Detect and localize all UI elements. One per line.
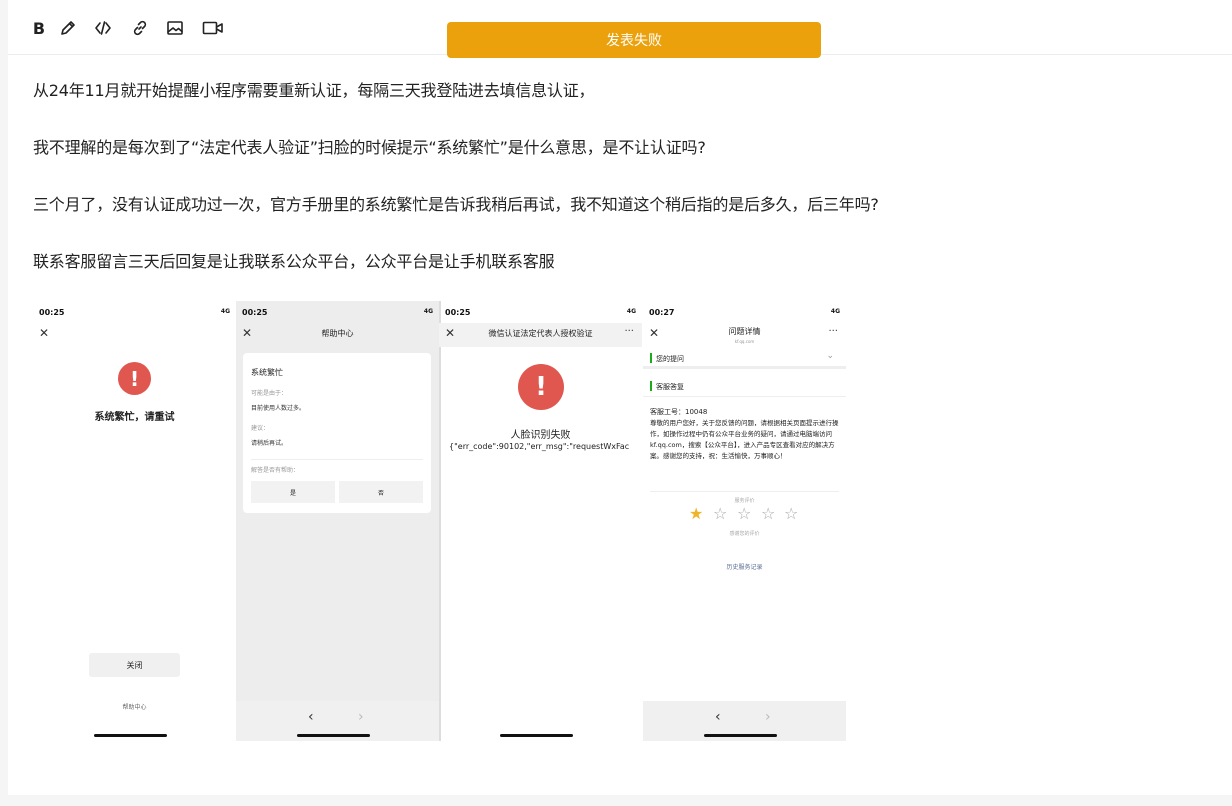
status-bar: 00:27 4G — [649, 308, 840, 318]
thanks-text: 感谢您的评价 — [729, 531, 760, 537]
close-icon: ✕ — [39, 326, 50, 340]
nav-bar: ✕ 微信认证法定代表人授权验证 ··· — [439, 323, 642, 347]
star-empty-icon: ☆ — [784, 504, 799, 523]
nav-title: 问题详情 — [728, 327, 761, 336]
code-icon[interactable] — [92, 17, 114, 39]
reply-label: 客服答复 — [656, 383, 684, 391]
close-button: 关闭 — [89, 653, 180, 677]
home-indicator — [297, 734, 370, 737]
star-filled-icon: ★ — [689, 504, 704, 523]
post-paragraph: 我不理解的是每次到了“法定代表人验证”扫脸的时候提示“系统繁忙”是什么意思，是不… — [33, 138, 706, 157]
reply-header: 客服答复 — [643, 377, 846, 397]
status-time: 00:27 — [649, 308, 675, 317]
reason-text: 目前使用人数过多。 — [251, 405, 306, 412]
nav-bar: ✕ 问题详情 kf.qq.com ··· — [643, 323, 846, 347]
back-arrow-icon: ‹ — [715, 709, 721, 725]
help-card: 系统繁忙 可能是由于： 目前使用人数过多。 建议： 请稍后再试。 解答是否有帮助… — [243, 353, 431, 513]
video-icon[interactable] — [200, 17, 226, 39]
screenshot-face-verify-failed: 00:25 4G ✕ 微信认证法定代表人授权验证 ··· ! 人脸识别失败 {"… — [439, 301, 642, 741]
post-paragraph: 三个月了，没有认证成功过一次，官方手册里的系统繁忙是告诉我稍后再试，我不知道这个… — [33, 195, 879, 214]
nav-title: 微信认证法定代表人授权验证 — [488, 329, 593, 338]
divider — [439, 301, 441, 741]
pencil-icon[interactable] — [57, 17, 79, 39]
screenshot-help-center: 00:25 4G ✕ 帮助中心 系统繁忙 可能是由于： 目前使用人数过多。 建议… — [236, 301, 439, 741]
agent-id: 客服工号：10048 — [650, 408, 708, 416]
helpful-prompt: 解答是否有帮助： — [251, 467, 300, 474]
divider — [251, 459, 423, 460]
screenshot-support-reply: 00:27 4G ✕ 问题详情 kf.qq.com ··· 您的提问 ⌄ 客服答… — [643, 301, 846, 741]
question-label: 您的提问 — [656, 355, 684, 363]
link-icon[interactable] — [129, 17, 151, 39]
status-bar: 00:25 4G — [242, 308, 433, 318]
post-paragraph: 从24年11月就开始提醒小程序需要重新认证，每隔三天我登陆进去填信息认证， — [33, 81, 595, 100]
section-marker — [650, 353, 652, 363]
nav-bar: ✕ 帮助中心 — [236, 323, 439, 347]
section-marker — [650, 381, 652, 391]
status-time: 00:25 — [39, 308, 65, 317]
error-icon: ! — [118, 362, 151, 395]
chevron-down-icon: ⌄ — [826, 351, 834, 361]
more-icon: ··· — [828, 326, 838, 337]
status-time: 00:25 — [445, 308, 471, 317]
status-time: 00:25 — [242, 308, 268, 317]
status-signal: 4G — [626, 308, 636, 315]
screenshot-system-busy: 00:25 4G ✕ ! 系统繁忙，请重试 关闭 帮助中心 — [33, 301, 236, 741]
publish-failed-banner: 发表失败 — [447, 22, 821, 58]
reply-text: 尊敬的用户您好，关于您反馈的问题，请根据相关页面提示进行操作，如操作过程中仍有公… — [650, 419, 839, 460]
status-bar: 00:25 4G — [39, 308, 230, 318]
nav-bar: ✕ — [33, 323, 236, 347]
star-empty-icon: ☆ — [761, 504, 776, 523]
question-row: 您的提问 ⌄ — [643, 349, 846, 369]
home-indicator — [704, 734, 777, 737]
more-icon: ··· — [624, 326, 634, 337]
home-indicator — [94, 734, 167, 737]
nav-title: 帮助中心 — [321, 329, 354, 338]
status-bar: 00:25 4G — [445, 308, 636, 318]
home-indicator — [500, 734, 573, 737]
error-icon: ! — [518, 364, 564, 410]
status-signal: 4G — [830, 308, 840, 315]
suggest-label: 建议： — [251, 425, 270, 432]
yes-button: 是 — [251, 481, 335, 503]
help-card-title: 系统繁忙 — [251, 368, 283, 377]
reason-label: 可能是由于： — [251, 390, 288, 397]
error-code: {"err_code":90102,"err_msg":"requestWxFa… — [449, 442, 630, 451]
back-arrow-icon: ‹ — [308, 709, 314, 725]
no-button: 否 — [339, 481, 423, 503]
history-link: 历史服务记录 — [726, 564, 763, 571]
post-editor: B 发表失败 从24年11月就开始提醒小程序需要重新认证，每隔三天我登陆进去填信… — [8, 0, 1232, 795]
forward-arrow-icon: › — [765, 709, 771, 725]
status-signal: 4G — [220, 308, 230, 315]
suggest-text: 请稍后再试。 — [251, 440, 288, 447]
post-paragraph: 联系客服留言三天后回复是让我联系公众平台，公众平台是让手机联系客服 — [33, 252, 555, 271]
nav-subtitle: kf.qq.com — [734, 339, 755, 344]
image-icon[interactable] — [164, 17, 186, 39]
fail-message: 人脸识别失败 — [510, 430, 571, 441]
status-signal: 4G — [423, 308, 433, 315]
bold-button[interactable]: B — [28, 17, 50, 39]
star-empty-icon: ☆ — [713, 504, 728, 523]
forward-arrow-icon: › — [358, 709, 364, 725]
star-empty-icon: ☆ — [737, 504, 752, 523]
help-center-link: 帮助中心 — [122, 704, 147, 711]
error-message: 系统繁忙，请重试 — [94, 412, 175, 423]
